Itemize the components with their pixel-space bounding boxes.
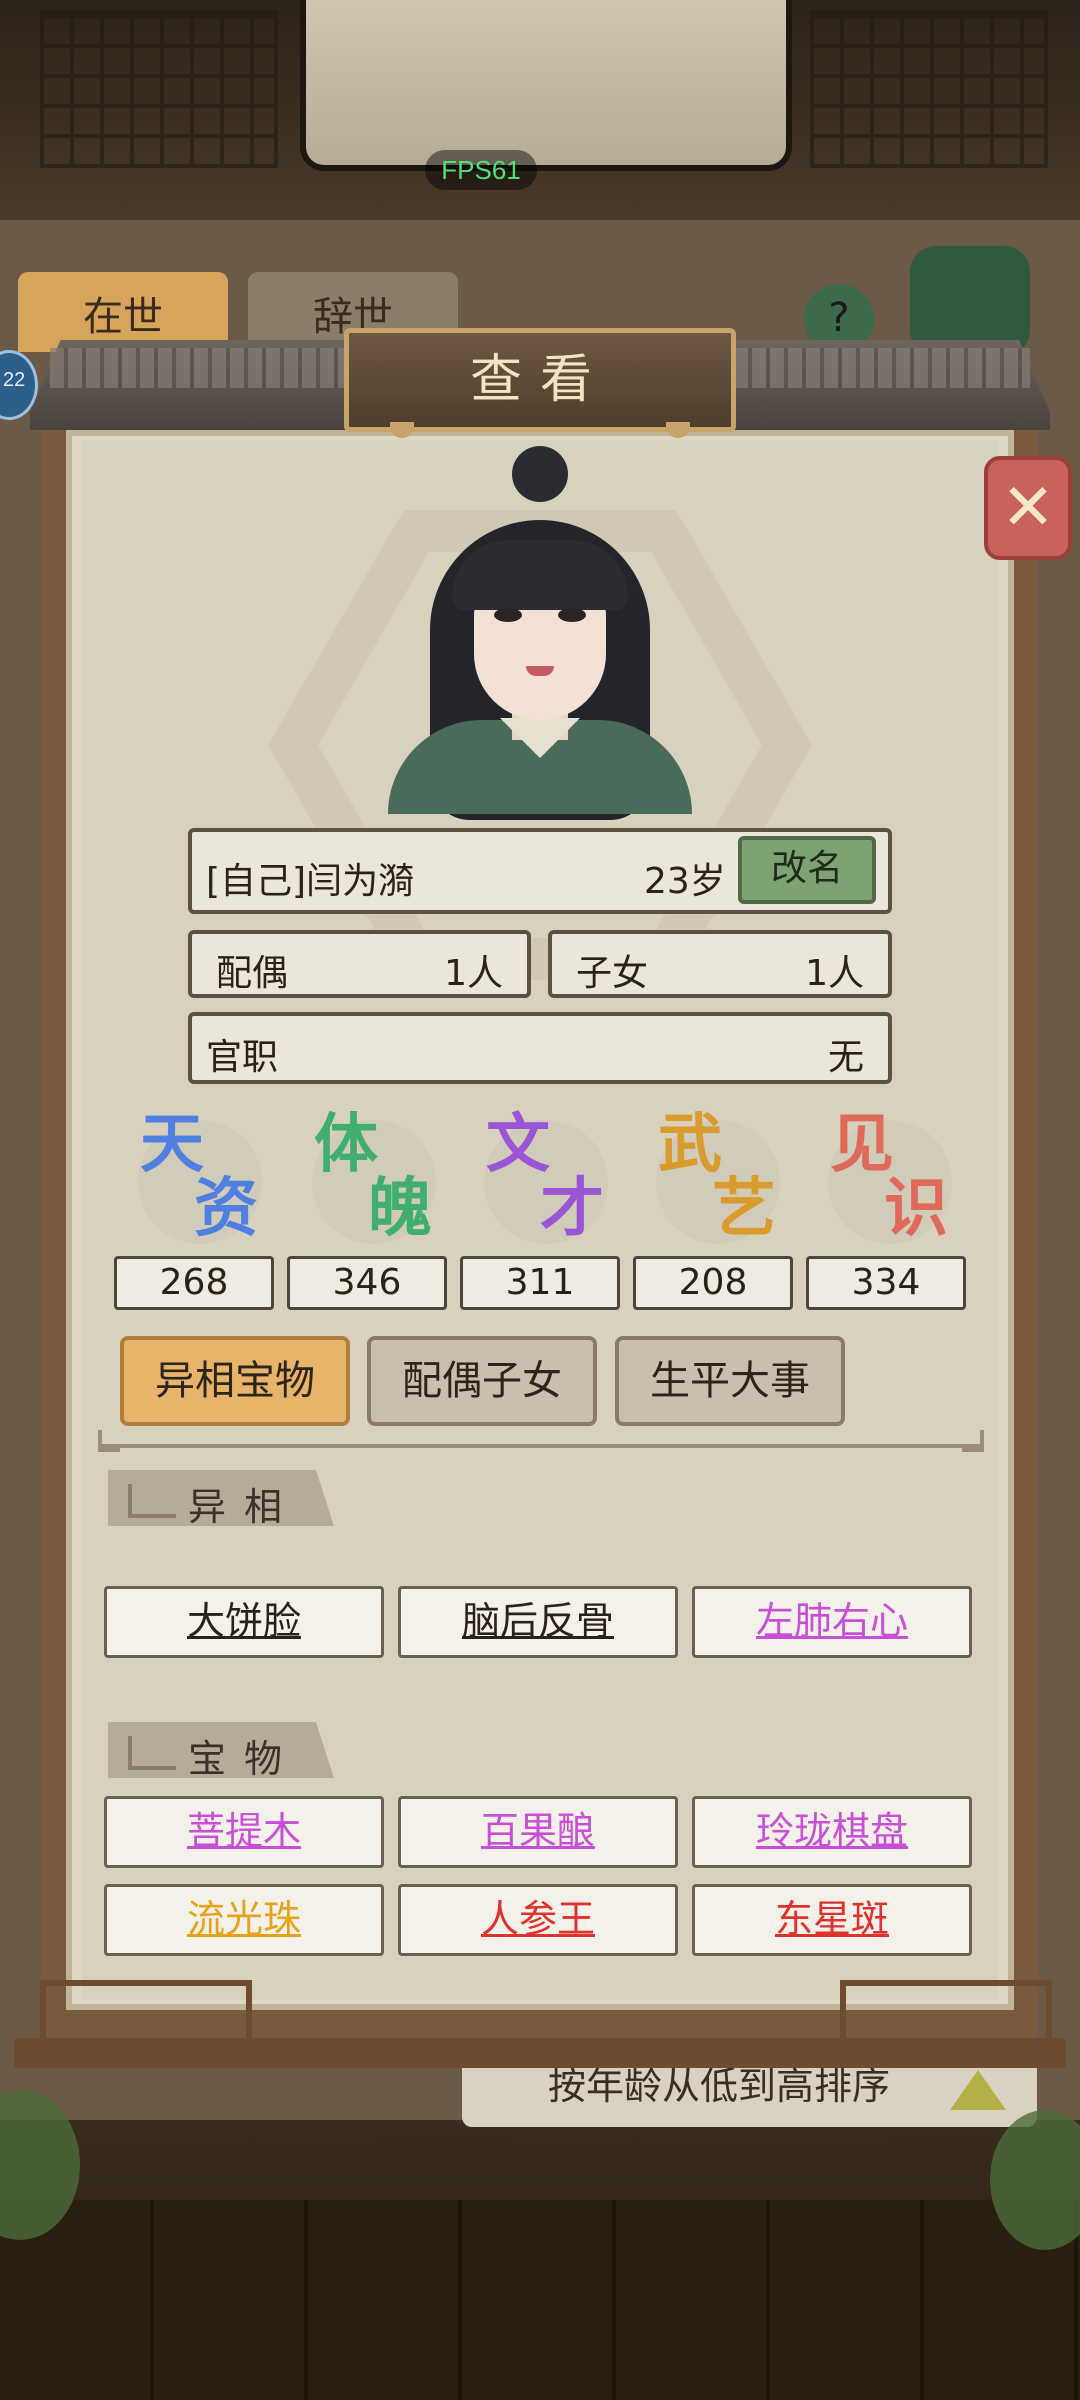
scroll-base — [14, 2038, 1066, 2068]
attr-literacy: 文 才 — [464, 1110, 614, 1260]
trait-item[interactable]: 大饼脸 — [104, 1586, 384, 1658]
attr-physique: 体 魄 — [292, 1110, 442, 1260]
fps-counter: FPS61 — [425, 150, 537, 190]
lattice-window-right — [810, 10, 1048, 168]
office-row: 官职 无 — [188, 1012, 892, 1084]
treasure-item[interactable]: 玲珑棋盘 — [692, 1796, 972, 1868]
portrait-hair-bun — [512, 446, 568, 502]
children-count: 1人 — [805, 953, 864, 994]
office-label: 官职 — [206, 1037, 279, 1078]
side-badge-count: 22 — [3, 369, 26, 391]
attr-literacy-char1: 文 — [486, 1107, 550, 1182]
attr-martial: 武 艺 — [636, 1110, 786, 1260]
tab-spouse-children[interactable]: 配偶子女 — [367, 1336, 597, 1426]
spouse-label: 配偶 — [216, 953, 289, 994]
back-arrow-icon[interactable] — [910, 246, 1030, 356]
attr-talent-value: 268 — [114, 1256, 274, 1310]
heading-fret-icon — [128, 1484, 176, 1518]
divider-corner-left — [98, 1430, 120, 1452]
base-ornament-left — [40, 1980, 252, 2046]
attr-martial-value: 208 — [633, 1256, 793, 1310]
portrait-eye-right — [558, 608, 586, 622]
attr-talent-char2: 资 — [194, 1171, 258, 1246]
attr-literacy-value: 311 — [460, 1256, 620, 1310]
lattice-window-left — [40, 10, 278, 168]
trait-item[interactable]: 脑后反骨 — [398, 1586, 678, 1658]
heading-fret-icon — [128, 1736, 176, 1770]
attr-physique-value: 346 — [287, 1256, 447, 1310]
attr-physique-char2: 魄 — [368, 1171, 432, 1246]
portrait-eye-left — [494, 608, 522, 622]
tab-traits-treasures[interactable]: 异相宝物 — [120, 1336, 350, 1426]
attr-knowledge-value: 334 — [806, 1256, 966, 1310]
spouse-row: 配偶 1人 — [188, 930, 531, 998]
treasure-item[interactable]: 流光珠 — [104, 1884, 384, 1956]
tab-life-events[interactable]: 生平大事 — [615, 1336, 845, 1426]
treasure-item[interactable]: 人参王 — [398, 1884, 678, 1956]
attr-physique-char1: 体 — [314, 1107, 378, 1182]
attr-talent-char1: 天 — [140, 1107, 204, 1182]
treasure-item[interactable]: 百果酿 — [398, 1796, 678, 1868]
close-button[interactable]: ✕ — [984, 456, 1072, 560]
attr-knowledge-char2: 识 — [884, 1171, 948, 1246]
rename-button[interactable]: 改名 — [738, 836, 876, 904]
orchid-painting — [300, 0, 792, 171]
sort-triangle-icon — [950, 2070, 1006, 2110]
treasures-heading-label: 宝物 — [188, 1737, 301, 1781]
attr-literacy-char2: 才 — [540, 1171, 604, 1246]
traits-heading: 异相 — [108, 1470, 334, 1526]
treasure-item[interactable]: 菩提木 — [104, 1796, 384, 1868]
portrait-fringe — [452, 540, 628, 610]
attr-knowledge: 见 识 — [808, 1110, 958, 1260]
attr-knowledge-char1: 见 — [830, 1107, 894, 1182]
section-divider — [100, 1444, 980, 1448]
character-age: 23岁 — [644, 861, 726, 902]
character-name: [自己]闫为漪 — [206, 861, 415, 902]
divider-corner-right — [962, 1430, 984, 1452]
treasures-heading: 宝物 — [108, 1722, 334, 1778]
treasure-item[interactable]: 东星斑 — [692, 1884, 972, 1956]
traits-heading-label: 异相 — [188, 1485, 301, 1529]
children-row: 子女 1人 — [548, 930, 892, 998]
attr-martial-char2: 艺 — [712, 1171, 776, 1246]
modal-title: 查看 — [344, 328, 736, 432]
wood-floor — [0, 2200, 1080, 2400]
trait-item[interactable]: 左肺右心 — [692, 1586, 972, 1658]
children-label: 子女 — [576, 953, 649, 994]
spouse-count: 1人 — [444, 953, 503, 994]
close-x-icon: ✕ — [1001, 471, 1055, 545]
attr-martial-char1: 武 — [658, 1107, 722, 1182]
attr-talent: 天 资 — [118, 1110, 268, 1260]
base-ornament-right — [840, 1980, 1052, 2046]
office-value: 无 — [827, 1037, 864, 1078]
